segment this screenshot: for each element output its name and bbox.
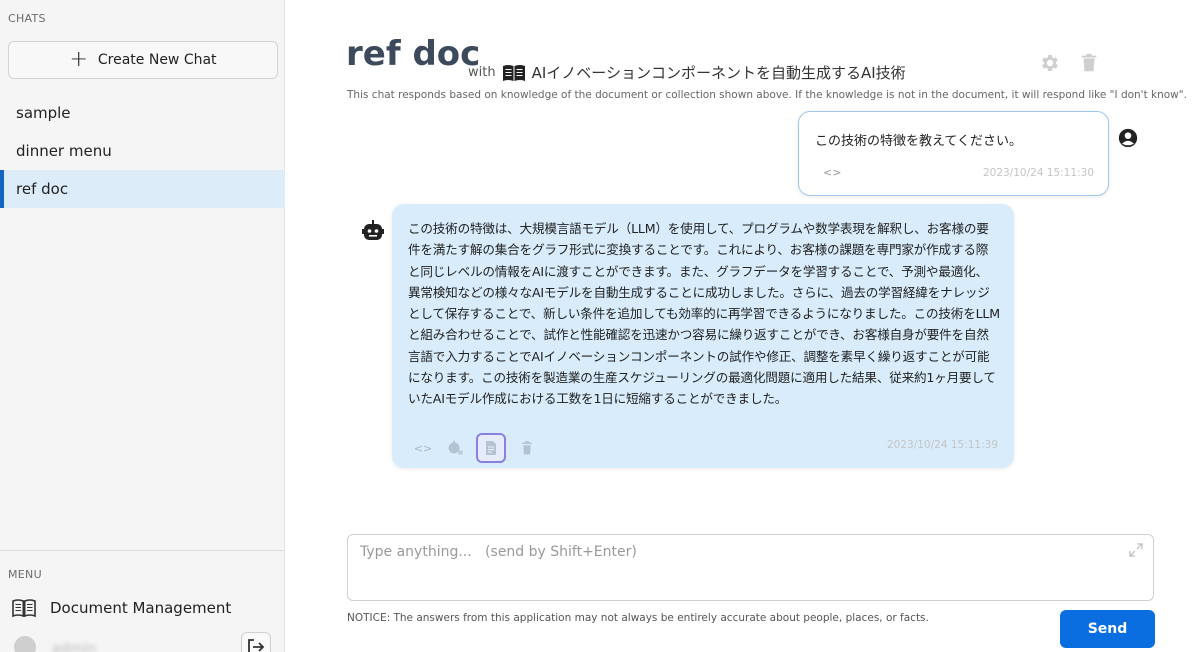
user-message: この技術の特徴を教えてください。 <> 2023/10/24 15:11:30 bbox=[798, 111, 1109, 196]
with-label: with bbox=[468, 65, 496, 80]
expand-icon[interactable] bbox=[1129, 543, 1143, 557]
create-new-chat-label: Create New Chat bbox=[97, 52, 217, 68]
chats-section-label: CHATS bbox=[8, 12, 46, 25]
notice-text: NOTICE: The answers from this applicatio… bbox=[347, 612, 929, 624]
chat-item-label: sample bbox=[16, 104, 71, 122]
chat-list: sample dinner menu ref doc bbox=[0, 94, 285, 208]
send-button[interactable]: Send bbox=[1060, 610, 1155, 648]
chat-item-label: ref doc bbox=[16, 180, 69, 198]
code-icon[interactable]: <> bbox=[823, 166, 841, 179]
document-icon bbox=[486, 441, 496, 455]
chat-description: This chat responds based on knowledge of… bbox=[347, 89, 1187, 101]
chat-item-ref-doc[interactable]: ref doc bbox=[0, 170, 285, 208]
chat-item-sample[interactable]: sample bbox=[0, 94, 285, 132]
menu-section-label: MENU bbox=[8, 568, 42, 581]
source-document-button[interactable] bbox=[476, 433, 506, 463]
user-name: admin bbox=[52, 641, 96, 652]
robot-icon bbox=[362, 220, 384, 240]
code-icon[interactable]: <> bbox=[412, 437, 434, 459]
assistant-message: この技術の特徴は、大規模言語モデル（LLM）を使用して、プログラムや数学表現を解… bbox=[392, 204, 1014, 468]
message-timestamp: 2023/10/24 15:11:30 bbox=[982, 167, 1094, 179]
create-new-chat-button[interactable]: + Create New Chat bbox=[8, 41, 278, 79]
user-row: admin bbox=[12, 632, 274, 652]
avatar bbox=[14, 636, 36, 652]
message-input[interactable] bbox=[348, 535, 1153, 600]
menu-divider bbox=[0, 550, 285, 551]
menu-item-document-management[interactable]: Document Management bbox=[12, 598, 231, 618]
menu-item-label: Document Management bbox=[50, 599, 232, 617]
plus-icon: + bbox=[69, 47, 88, 72]
sidebar: CHATS + Create New Chat sample dinner me… bbox=[0, 0, 285, 652]
document-reference: with AIイノベーションコンポーネントを自動生成するAI技術 bbox=[468, 62, 906, 83]
user-avatar-icon bbox=[1118, 128, 1138, 148]
logout-button[interactable] bbox=[241, 632, 271, 652]
logout-icon bbox=[248, 639, 265, 652]
document-name: AIイノベーションコンポーネントを自動生成するAI技術 bbox=[531, 64, 906, 82]
message-text: この技術の特徴は、大規模言語モデル（LLM）を使用して、プログラムや数学表現を解… bbox=[408, 221, 1000, 407]
robot-regenerate-icon[interactable] bbox=[444, 437, 466, 459]
trash-icon[interactable] bbox=[1078, 52, 1100, 74]
message-timestamp: 2023/10/24 15:11:39 bbox=[886, 439, 998, 451]
book-icon bbox=[12, 599, 36, 618]
message-input-container bbox=[347, 534, 1154, 601]
chat-item-dinner-menu[interactable]: dinner menu bbox=[0, 132, 285, 170]
message-actions: <> bbox=[412, 433, 538, 463]
chat-item-label: dinner menu bbox=[16, 142, 112, 160]
message-text: この技術の特徴を教えてください。 bbox=[815, 134, 1022, 149]
book-icon bbox=[502, 64, 525, 81]
trash-icon[interactable] bbox=[516, 437, 538, 459]
page-title: ref doc bbox=[346, 34, 481, 74]
gear-icon[interactable] bbox=[1039, 52, 1061, 74]
